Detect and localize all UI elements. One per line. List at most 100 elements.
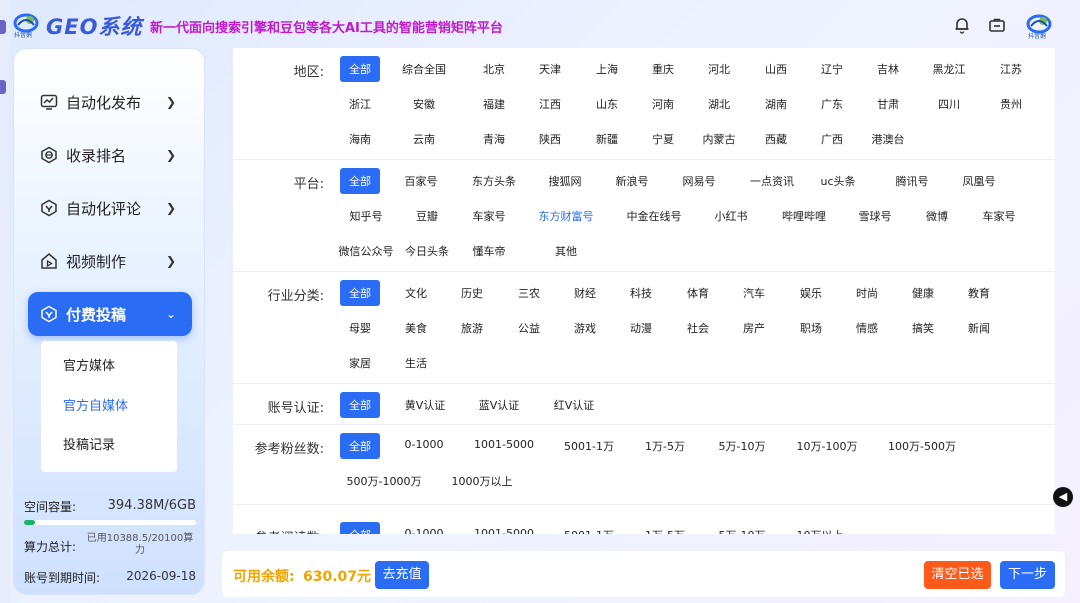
- filter-option[interactable]: 山西: [765, 61, 787, 77]
- filter-option[interactable]: 内蒙古: [703, 131, 736, 147]
- filter-option[interactable]: 社会: [687, 320, 709, 336]
- filter-option[interactable]: 职场: [800, 320, 822, 336]
- filter-option[interactable]: 车家号: [473, 208, 506, 224]
- filter-option[interactable]: 贵州: [1000, 96, 1022, 112]
- filter-option[interactable]: 红V认证: [554, 397, 595, 413]
- filter-option[interactable]: 福建: [483, 96, 505, 112]
- filter-option[interactable]: 历史: [461, 285, 483, 301]
- bell-icon[interactable]: [952, 15, 972, 35]
- filter-option[interactable]: 中金在线号: [627, 208, 682, 224]
- filter-option[interactable]: 母婴: [349, 320, 371, 336]
- sidebar-item-auto-comment[interactable]: 自动化评论 ❯: [28, 186, 192, 230]
- filter-option[interactable]: 游戏: [574, 320, 596, 336]
- filter-option[interactable]: 黑龙江: [933, 61, 966, 77]
- filter-option[interactable]: 西藏: [765, 131, 787, 147]
- filter-option[interactable]: 微博: [926, 208, 948, 224]
- filter-option[interactable]: 时尚: [856, 285, 878, 301]
- filter-option[interactable]: 5万-10万: [719, 527, 766, 534]
- filter-option[interactable]: 海南: [349, 131, 371, 147]
- filter-option[interactable]: 凤凰号: [963, 173, 996, 189]
- filter-option[interactable]: 腾讯号: [896, 173, 929, 189]
- filter-option[interactable]: 搜狐网: [549, 173, 582, 189]
- filter-option[interactable]: 娱乐: [800, 285, 822, 301]
- filter-option[interactable]: 5001-1万: [564, 438, 614, 454]
- filter-option[interactable]: 一点资讯: [750, 173, 794, 189]
- filter-option[interactable]: 科技: [630, 285, 652, 301]
- filter-option[interactable]: 财经: [574, 285, 596, 301]
- filter-option[interactable]: 甘肃: [877, 96, 899, 112]
- filter-option[interactable]: 1万-5万: [645, 527, 685, 534]
- submenu-item-official-self-media[interactable]: 官方自媒体: [63, 395, 128, 414]
- filter-option[interactable]: uc头条: [820, 173, 855, 189]
- filter-option[interactable]: 全部: [340, 392, 380, 418]
- filter-option[interactable]: 蓝V认证: [479, 397, 520, 413]
- filter-option[interactable]: 湖北: [708, 96, 730, 112]
- filter-option[interactable]: 旅游: [461, 320, 483, 336]
- filter-option[interactable]: 豆瓣: [416, 208, 438, 224]
- filter-option[interactable]: 健康: [912, 285, 934, 301]
- scroll-left-icon[interactable]: ◀: [1053, 487, 1073, 507]
- filter-option[interactable]: 家居: [349, 355, 371, 371]
- sidebar-item-auto-publish[interactable]: 自动化发布 ❯: [28, 80, 192, 124]
- filter-option[interactable]: 1000万以上: [452, 473, 513, 489]
- filter-option[interactable]: 广西: [821, 131, 843, 147]
- filter-option[interactable]: 5001-1万: [564, 527, 614, 534]
- filter-option[interactable]: 三农: [518, 285, 540, 301]
- filter-option[interactable]: 500万-1000万: [347, 473, 422, 489]
- filter-option[interactable]: 搞笑: [912, 320, 934, 336]
- filter-option[interactable]: 陕西: [539, 131, 561, 147]
- filter-option[interactable]: 文化: [405, 285, 427, 301]
- filter-option[interactable]: 其他: [555, 243, 577, 259]
- filter-option[interactable]: 1001-5000: [474, 438, 534, 451]
- filter-option[interactable]: 江苏: [1000, 61, 1022, 77]
- filter-option[interactable]: 0-1000: [405, 527, 444, 534]
- filter-option[interactable]: 教育: [968, 285, 990, 301]
- filter-option[interactable]: 综合全国: [402, 61, 446, 77]
- sidebar-item-paid-submit[interactable]: 付费投稿 ⌄: [28, 292, 192, 336]
- filter-option[interactable]: 上海: [596, 61, 618, 77]
- filter-option[interactable]: 河北: [708, 61, 730, 77]
- filter-option[interactable]: 懂车帝: [473, 243, 506, 259]
- filter-option[interactable]: 5万-10万: [719, 438, 766, 454]
- filter-option[interactable]: 车家号: [983, 208, 1016, 224]
- filter-option[interactable]: 生活: [405, 355, 427, 371]
- recharge-button[interactable]: 去充值: [375, 561, 429, 589]
- filter-option[interactable]: 东方财富号: [539, 208, 594, 224]
- filter-option[interactable]: 安徽: [413, 96, 435, 112]
- filter-option[interactable]: 10万以上: [797, 527, 844, 534]
- filter-option[interactable]: 新闻: [968, 320, 990, 336]
- filter-option[interactable]: 北京: [483, 61, 505, 77]
- filter-option[interactable]: 宁夏: [652, 131, 674, 147]
- clear-selection-button[interactable]: 清空已选: [924, 561, 991, 589]
- filter-option[interactable]: 河南: [652, 96, 674, 112]
- filter-option[interactable]: 湖南: [765, 96, 787, 112]
- filter-option[interactable]: 动漫: [630, 320, 652, 336]
- filter-option[interactable]: 1001-5000: [474, 527, 534, 534]
- filter-option[interactable]: 山东: [596, 96, 618, 112]
- filter-option[interactable]: 吉林: [877, 61, 899, 77]
- filter-option[interactable]: 情感: [856, 320, 878, 336]
- submenu-item-official-media[interactable]: 官方媒体: [63, 355, 115, 374]
- filter-option[interactable]: 黄V认证: [405, 397, 446, 413]
- filter-option[interactable]: 小红书: [715, 208, 748, 224]
- filter-option[interactable]: 0-1000: [405, 438, 444, 451]
- filter-option[interactable]: 全部: [340, 280, 380, 306]
- filter-option[interactable]: 100万-500万: [888, 438, 956, 454]
- filter-option[interactable]: 网易号: [683, 173, 716, 189]
- filter-option[interactable]: 新浪号: [616, 173, 649, 189]
- filter-option[interactable]: 新疆: [596, 131, 618, 147]
- filter-option[interactable]: 全部: [340, 168, 380, 194]
- filter-option[interactable]: 青海: [483, 131, 505, 147]
- filter-option[interactable]: 今日头条: [405, 243, 449, 259]
- filter-option[interactable]: 汽车: [743, 285, 765, 301]
- filter-option[interactable]: 江西: [539, 96, 561, 112]
- filter-option[interactable]: 哔哩哔哩: [782, 208, 826, 224]
- filter-option[interactable]: 广东: [821, 96, 843, 112]
- filter-option[interactable]: 1万-5万: [645, 438, 685, 454]
- sidebar-item-video[interactable]: 视频制作 ❯: [28, 239, 192, 283]
- submenu-item-submission-record[interactable]: 投稿记录: [63, 434, 115, 453]
- filter-option[interactable]: 港澳台: [872, 131, 905, 147]
- filter-option[interactable]: 房产: [743, 320, 765, 336]
- filter-option[interactable]: 体育: [687, 285, 709, 301]
- filter-option[interactable]: 四川: [938, 96, 960, 112]
